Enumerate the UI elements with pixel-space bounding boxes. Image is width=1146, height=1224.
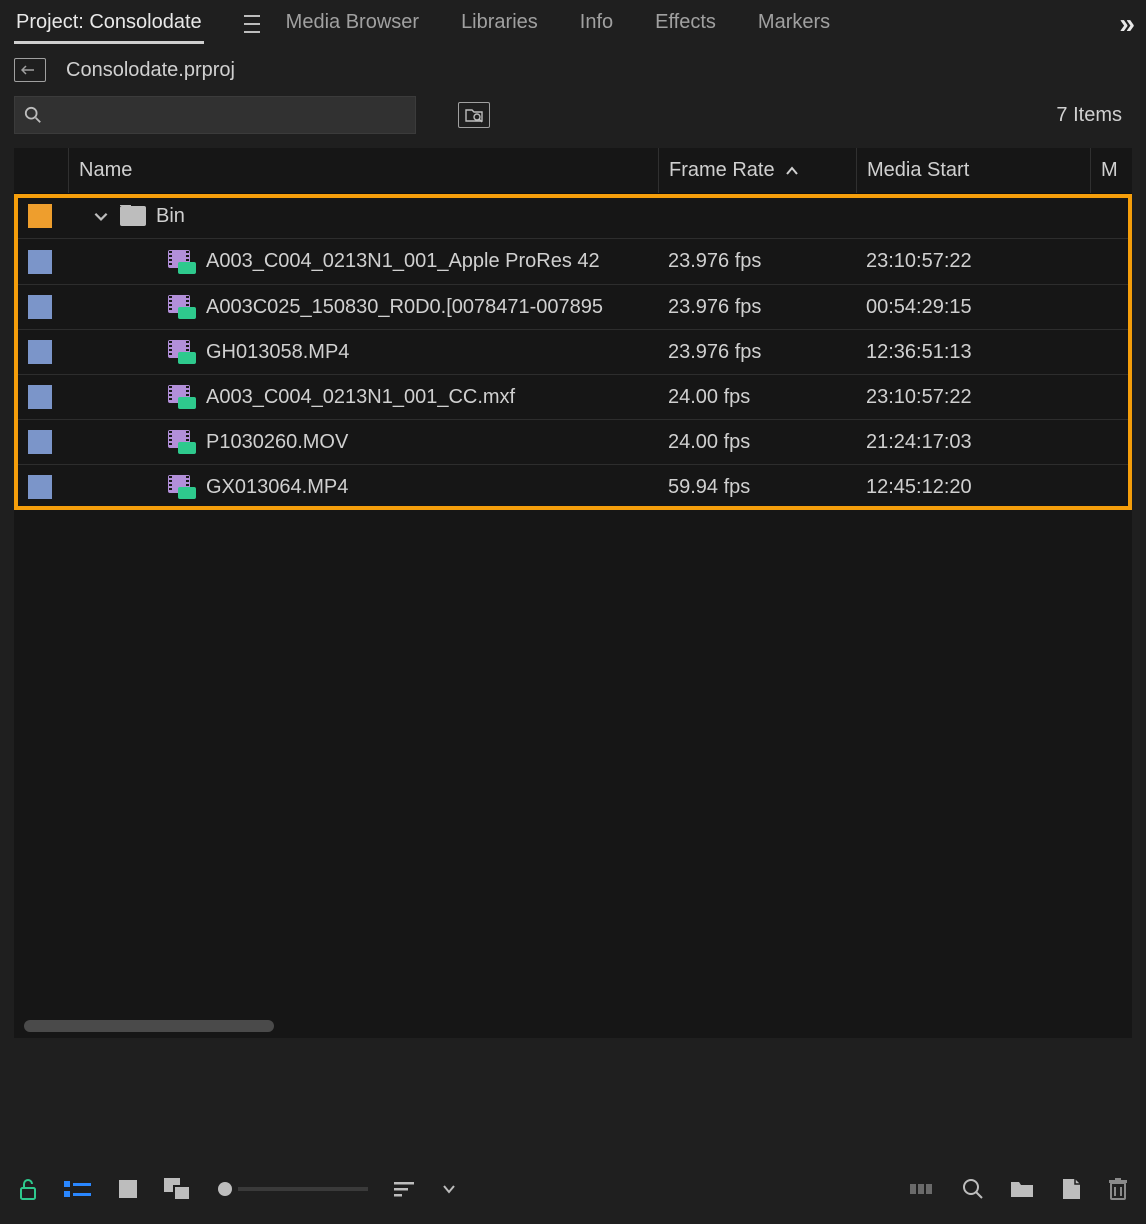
tab-label: Markers — [758, 11, 830, 33]
clip-icon — [168, 295, 196, 319]
column-label: Media Start — [867, 159, 969, 182]
clip-frame-rate: 24.00 fps — [668, 431, 750, 453]
clip-row[interactable]: A003_C004_0213N1_001_Apple ProRes 42 23.… — [14, 239, 1132, 285]
tab-project[interactable]: Project: Consolodate — [14, 5, 204, 44]
lock-open-icon[interactable] — [18, 1178, 38, 1200]
icon-view-icon[interactable] — [118, 1179, 138, 1199]
panel-menu-icon[interactable] — [244, 15, 262, 33]
column-label-color[interactable] — [14, 148, 68, 193]
label-color-swatch[interactable] — [28, 295, 52, 319]
table-body: Bin A003_C004_0213N1_001_Apple ProRes 42… — [14, 194, 1132, 510]
column-media-start[interactable]: Media Start — [856, 148, 1090, 193]
clip-row[interactable]: A003C025_150830_R0D0.[0078471-007895 23.… — [14, 285, 1132, 330]
label-color-swatch[interactable] — [28, 204, 52, 228]
tab-label: Info — [580, 11, 613, 33]
clip-icon — [168, 385, 196, 409]
tab-markers[interactable]: Markers — [756, 5, 832, 44]
column-name[interactable]: Name — [68, 148, 658, 193]
clip-name: A003C025_150830_R0D0.[0078471-007895 — [206, 296, 603, 319]
table-header: Name Frame Rate Media Start M — [14, 148, 1132, 194]
list-view-icon[interactable] — [64, 1179, 92, 1199]
clip-icon — [168, 430, 196, 454]
clip-frame-rate: 23.976 fps — [668, 296, 761, 318]
clip-icon — [168, 250, 196, 274]
clip-icon — [168, 340, 196, 364]
panel-tabbar: Project: Consolodate Media Browser Libra… — [0, 0, 1146, 48]
column-m[interactable]: M — [1090, 148, 1130, 193]
freeform-view-icon[interactable] — [164, 1178, 192, 1200]
find-icon[interactable] — [962, 1178, 984, 1200]
column-label: Frame Rate — [669, 159, 775, 182]
horizontal-scrollbar[interactable] — [24, 1020, 1122, 1032]
nav-up-icon[interactable] — [14, 58, 46, 82]
clip-row[interactable]: GH013058.MP4 23.976 fps 12:36:51:13 — [14, 330, 1132, 375]
tab-label: Project: Consolodate — [16, 11, 202, 33]
folder-search-icon — [465, 107, 483, 123]
project-filename: Consolodate.prproj — [66, 59, 235, 82]
tab-label: Libraries — [461, 11, 538, 33]
sort-asc-icon — [785, 163, 799, 179]
clip-name: A003_C004_0213N1_001_Apple ProRes 42 — [206, 250, 600, 273]
clip-icon — [168, 475, 196, 499]
clip-row[interactable]: A003_C004_0213N1_001_CC.mxf 24.00 fps 23… — [14, 375, 1132, 420]
footer-toolbar — [0, 1154, 1146, 1224]
clip-frame-rate: 24.00 fps — [668, 386, 750, 408]
zoom-track — [238, 1187, 368, 1191]
column-label: M — [1101, 159, 1118, 182]
chevron-down-icon[interactable] — [92, 207, 110, 225]
clip-media-start: 12:36:51:13 — [866, 341, 972, 363]
clip-frame-rate: 23.976 fps — [668, 341, 761, 363]
folder-icon — [120, 206, 146, 226]
label-color-swatch[interactable] — [28, 430, 52, 454]
search-icon — [24, 106, 42, 124]
clip-row[interactable]: P1030260.MOV 24.00 fps 21:24:17:03 — [14, 420, 1132, 465]
scrollbar-thumb[interactable] — [24, 1020, 274, 1032]
bin-row[interactable]: Bin — [14, 194, 1132, 239]
bin-name: Bin — [156, 205, 185, 228]
zoom-slider[interactable] — [218, 1182, 368, 1196]
new-item-icon[interactable] — [1060, 1178, 1082, 1200]
label-color-swatch[interactable] — [28, 475, 52, 499]
search-input[interactable] — [14, 96, 416, 134]
column-label: Name — [79, 159, 132, 182]
clip-media-start: 23:10:57:22 — [866, 250, 972, 272]
sort-dropdown-icon[interactable] — [442, 1184, 456, 1194]
sort-menu-icon[interactable] — [394, 1181, 416, 1197]
project-table: Name Frame Rate Media Start M Bin — [14, 148, 1132, 1038]
search-row: 7 Items — [0, 84, 1146, 148]
clip-frame-rate: 23.976 fps — [668, 250, 761, 272]
label-color-swatch[interactable] — [28, 385, 52, 409]
tab-label: Media Browser — [286, 11, 419, 33]
search-field[interactable] — [50, 104, 406, 127]
label-color-swatch[interactable] — [28, 340, 52, 364]
tab-label: Effects — [655, 11, 716, 33]
clip-name: GH013058.MP4 — [206, 341, 349, 364]
column-frame-rate[interactable]: Frame Rate — [658, 148, 856, 193]
clip-name: A003_C004_0213N1_001_CC.mxf — [206, 386, 515, 409]
tab-effects[interactable]: Effects — [653, 5, 718, 44]
new-bin-icon[interactable] — [1010, 1179, 1034, 1199]
zoom-knob[interactable] — [218, 1182, 232, 1196]
label-color-swatch[interactable] — [28, 250, 52, 274]
clip-row[interactable]: GX013064.MP4 59.94 fps 12:45:12:20 — [14, 465, 1132, 510]
item-count: 7 Items — [1056, 104, 1132, 127]
find-in-bin-button[interactable] — [458, 102, 490, 128]
clip-media-start: 23:10:57:22 — [866, 386, 972, 408]
clip-name: GX013064.MP4 — [206, 476, 348, 499]
overflow-tabs-icon[interactable]: » — [1119, 8, 1132, 40]
clip-media-start: 21:24:17:03 — [866, 431, 972, 453]
delete-icon[interactable] — [1108, 1178, 1128, 1200]
tab-media-browser[interactable]: Media Browser — [284, 5, 421, 44]
automate-to-sequence-icon[interactable] — [910, 1180, 936, 1198]
clip-media-start: 00:54:29:15 — [866, 296, 972, 318]
clip-media-start: 12:45:12:20 — [866, 476, 972, 498]
tab-info[interactable]: Info — [578, 5, 615, 44]
clip-name: P1030260.MOV — [206, 431, 348, 454]
tab-libraries[interactable]: Libraries — [459, 5, 540, 44]
subheader: Consolodate.prproj — [0, 48, 1146, 84]
clip-frame-rate: 59.94 fps — [668, 476, 750, 498]
